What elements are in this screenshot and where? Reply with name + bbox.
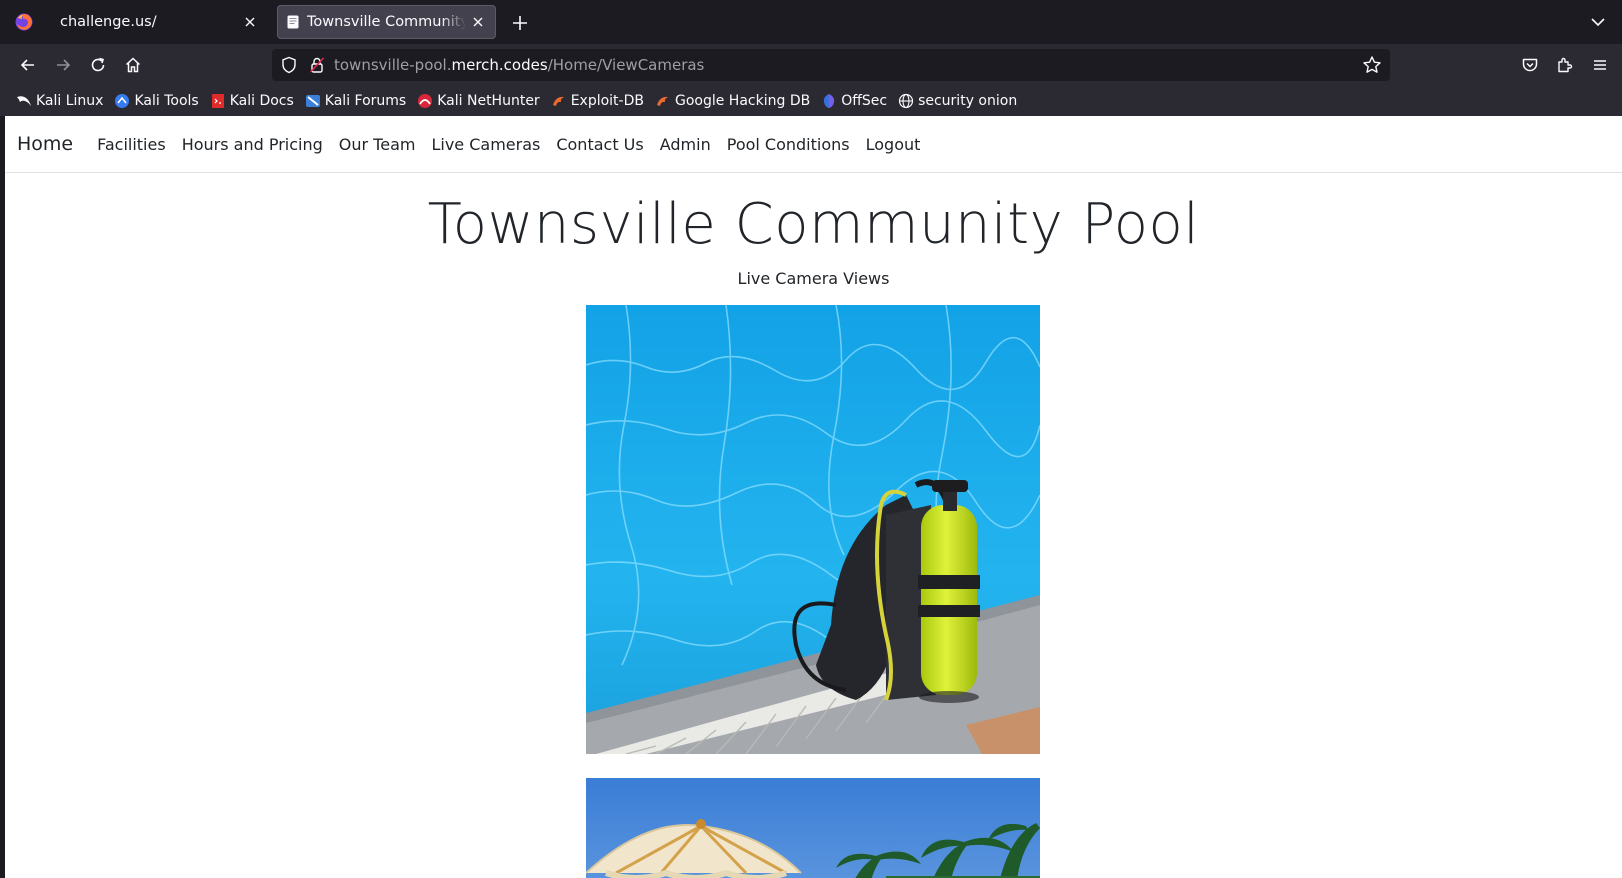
nav-link-our-team[interactable]: Our Team — [339, 135, 416, 154]
navbar-brand-home[interactable]: Home — [17, 133, 73, 155]
bookmark-label: Kali Tools — [134, 93, 199, 109]
url-path: /Home/ViewCameras — [547, 56, 705, 74]
back-arrow-icon — [20, 59, 34, 71]
tab-challenge[interactable]: challenge.us/ — [46, 5, 268, 39]
tab-townsville-pool[interactable]: Townsville Community Pool — [277, 5, 496, 39]
close-tab-icon[interactable] — [466, 10, 490, 34]
home-button[interactable] — [119, 51, 147, 79]
nav-link-admin[interactable]: Admin — [660, 135, 711, 154]
camera-image-umbrella-palms — [586, 778, 1040, 878]
bookmark-kali-tools[interactable]: Kali Tools — [114, 93, 199, 109]
ghdb-icon — [656, 96, 668, 106]
list-all-tabs-chevron-icon[interactable] — [1588, 12, 1608, 32]
insecure-lock-icon[interactable] — [308, 56, 326, 74]
firefox-menu-icon[interactable] — [14, 12, 34, 32]
url-bar[interactable]: townsville-pool.merch.codes/Home/ViewCam… — [272, 49, 1390, 81]
page-title: Townsville Community Pool — [427, 192, 1200, 257]
url-host: merch.codes — [451, 56, 548, 74]
tab-title: Townsville Community Pool — [307, 14, 466, 30]
tab-strip: challenge.us/ Townsville Community Pool — [0, 0, 1622, 44]
nav-link-contact-us[interactable]: Contact Us — [556, 135, 643, 154]
bookmark-label: Kali Forums — [324, 93, 407, 109]
globe-icon — [898, 93, 914, 109]
nav-link-pool-conditions[interactable]: Pool Conditions — [727, 135, 850, 154]
kali-dragon-icon — [17, 96, 31, 106]
offsec-icon — [824, 94, 835, 108]
kali-docs-icon — [211, 94, 224, 108]
bookmark-star-icon[interactable] — [1362, 55, 1382, 75]
url-text[interactable]: townsville-pool.merch.codes/Home/ViewCam… — [334, 56, 704, 74]
kali-tools-icon — [115, 94, 130, 108]
site-navbar: Home Facilities Hours and Pricing Our Te… — [5, 116, 1622, 173]
nav-link-live-cameras[interactable]: Live Cameras — [431, 135, 540, 154]
nav-link-logout[interactable]: Logout — [866, 135, 921, 154]
page-subtitle: Live Camera Views — [737, 269, 890, 288]
puzzle-extensions-icon — [1558, 57, 1573, 73]
bookmark-label: Kali NetHunter — [437, 93, 540, 109]
bookmark-label: Kali Docs — [229, 93, 294, 109]
bookmark-label: Kali Linux — [36, 93, 104, 109]
bookmark-label: security onion — [918, 93, 1018, 109]
close-tab-icon[interactable] — [238, 10, 262, 34]
bookmark-kali-nethunter[interactable]: Kali NetHunter — [417, 93, 540, 109]
nethunter-icon — [418, 94, 433, 108]
page-favicon-icon — [287, 15, 299, 29]
bookmark-google-hacking-db[interactable]: Google Hacking DB — [655, 93, 810, 109]
bookmark-kali-docs[interactable]: Kali Docs — [210, 93, 294, 109]
bookmark-exploit-db[interactable]: Exploit-DB — [551, 93, 644, 109]
bookmark-security-onion[interactable]: security onion — [898, 93, 1017, 109]
exploit-db-icon — [552, 96, 564, 106]
new-tab-plus-icon[interactable] — [508, 11, 532, 35]
bookmark-offsec[interactable]: OffSec — [821, 93, 887, 109]
back-button[interactable] — [14, 51, 42, 79]
bookmark-label: Exploit-DB — [570, 93, 644, 109]
pocket-button[interactable] — [1516, 51, 1544, 79]
reload-button[interactable] — [84, 51, 112, 79]
reload-icon — [91, 57, 105, 72]
navigation-toolbar: townsville-pool.merch.codes/Home/ViewCam… — [0, 44, 1622, 86]
extensions-button[interactable] — [1551, 51, 1579, 79]
forward-arrow-icon — [57, 59, 71, 71]
bookmark-kali-linux[interactable]: Kali Linux — [16, 93, 103, 109]
tab-title: challenge.us/ — [60, 14, 157, 30]
nav-link-facilities[interactable]: Facilities — [97, 135, 166, 154]
kali-forums-icon — [305, 95, 320, 107]
nav-link-hours-pricing[interactable]: Hours and Pricing — [182, 135, 323, 154]
bookmark-kali-forums[interactable]: Kali Forums — [305, 93, 406, 109]
hamburger-menu-icon — [1594, 60, 1606, 70]
pocket-icon — [1522, 58, 1538, 72]
tracking-protection-shield-icon[interactable] — [280, 56, 298, 74]
url-prefix: townsville-pool. — [334, 56, 452, 74]
forward-button[interactable] — [49, 51, 77, 79]
bookmark-label: Google Hacking DB — [674, 93, 811, 109]
home-icon — [125, 57, 141, 73]
bookmark-label: OffSec — [841, 93, 888, 109]
page-viewport: Home Facilities Hours and Pricing Our Te… — [5, 116, 1622, 878]
bookmarks-toolbar: Kali Linux Kali Tools Kali Docs Kali For… — [0, 86, 1622, 116]
app-menu-button[interactable] — [1586, 51, 1614, 79]
camera-image-pool-scuba — [586, 305, 1040, 754]
